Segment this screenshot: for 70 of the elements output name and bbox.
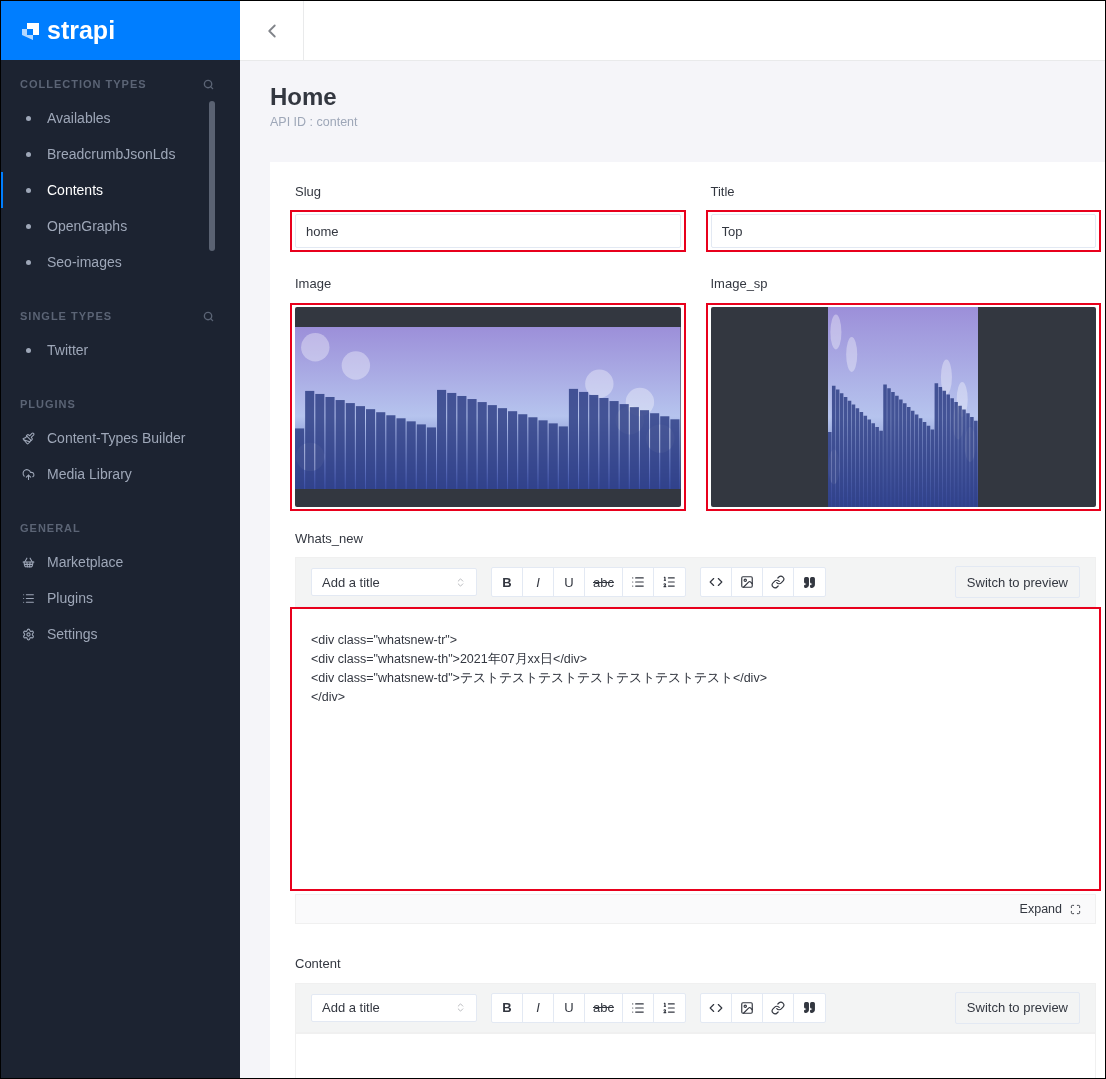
bullet-icon [26,115,31,121]
bold-button[interactable]: B [492,568,523,597]
field-label: Image [295,275,333,294]
field-label: Slug [295,182,323,201]
select-caret-icon [455,576,466,588]
quote-icon [802,1001,816,1015]
preview-button[interactable]: Switch to preview [954,991,1080,1024]
bullet-icon [26,259,31,265]
bullet-list-icon [630,1000,645,1015]
link-icon [770,1000,785,1015]
italic-button[interactable]: I [523,568,554,597]
page-subtitle: API ID : content [270,114,359,131]
image-icon [739,575,754,590]
brand-name: strapi [47,18,116,43]
text-field[interactable]: Top [710,214,1096,249]
bullet-icon [26,223,31,229]
section-heading: GENERAL [20,520,81,536]
underline-button[interactable]: U [554,568,585,597]
section-heading: COLLECTION TYPES [20,76,147,92]
code-line: <div class="whatsnew-tr"> [311,632,459,650]
quote-icon [802,575,816,589]
sidebar-item[interactable]: Seo-images [1,244,240,280]
bullet-icon [26,347,31,353]
sidebar-item[interactable]: BreadcrumbJsonLds [1,136,240,172]
code-line: </div> [311,689,347,707]
list-icon [22,591,35,605]
text-field[interactable]: home [295,214,681,249]
page-title: Home [270,83,338,111]
title-select[interactable]: Add a title [311,568,477,597]
strikethrough-button[interactable]: abc [585,993,623,1022]
bold-button[interactable]: B [492,993,523,1022]
bullet-icon [26,151,31,157]
sidebar-item[interactable]: Marketplace [1,544,240,580]
brush-icon [22,431,35,445]
numbered-list-icon [662,1000,677,1015]
select-caret-icon [455,1002,466,1014]
field-label: Whats_new [295,529,364,548]
sidebar-item[interactable]: Availables [1,100,240,136]
code-line: <div class="whatsnew-td">テストテストテストテストテストテストテスト</div> [311,670,768,688]
sidebar-item[interactable]: OpenGraphs [1,208,240,244]
section-heading: PLUGINS [20,396,76,412]
image-icon [739,1000,754,1015]
sidebar-item[interactable]: Settings [1,616,240,652]
sidebar-item[interactable]: Contents [1,172,240,208]
search-icon[interactable] [203,78,214,90]
title-select[interactable]: Add a title [311,993,477,1022]
underline-button[interactable]: U [554,993,585,1022]
bullet-icon [26,187,31,193]
link-icon [770,575,785,590]
sidebar-item[interactable]: Content-Types Builder [1,420,240,456]
field-label: Image_sp [710,275,769,294]
numbered-list-icon [662,575,677,590]
sidebar-item[interactable]: Twitter [1,332,240,368]
basket-icon [22,555,35,569]
expand-icon [1070,903,1081,915]
field-label: Content [295,955,342,974]
sidebar-item[interactable]: Plugins [1,580,240,616]
search-icon[interactable] [203,310,214,322]
code-line: <div class="whatsnew-th">2021年07月xx日</div> [311,651,589,669]
bullet-list-icon [630,575,645,590]
logo-icon [21,20,41,41]
preview-button[interactable]: Switch to preview [954,566,1080,599]
section-heading: SINGLE TYPES [20,308,113,324]
cloud-upload-icon [22,467,35,481]
field-label: Title [710,182,736,201]
settings-icon [22,627,35,641]
italic-button[interactable]: I [523,993,554,1022]
strikethrough-button[interactable]: abc [585,568,623,597]
expand-button[interactable]: Expand [1019,899,1081,919]
sidebar-item[interactable]: Media Library [1,456,240,492]
